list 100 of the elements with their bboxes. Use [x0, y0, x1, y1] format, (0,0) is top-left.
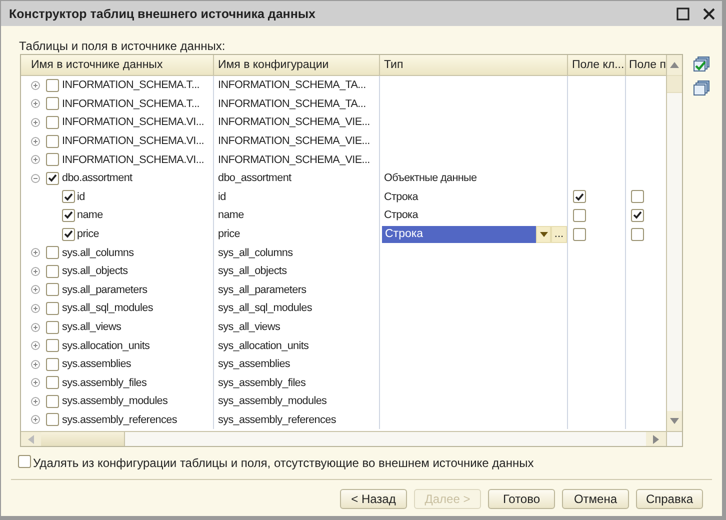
table-cell: INFORMATION_SCHEMA_TA...: [218, 79, 366, 92]
dialog-button[interactable]: < Назад: [340, 489, 407, 509]
checkbox[interactable]: [46, 134, 59, 148]
tree-item[interactable]: sys.assembly_modules: [62, 395, 168, 408]
vertical-scrollbar[interactable]: [666, 55, 682, 431]
expand-icon[interactable]: [31, 378, 40, 388]
choose-button[interactable]: ...: [551, 226, 567, 243]
checkbox[interactable]: [46, 116, 59, 129]
expand-icon[interactable]: [31, 118, 40, 127]
down-arrow-icon[interactable]: [670, 418, 679, 424]
tree-item[interactable]: sys.all_objects: [62, 265, 128, 278]
horizontal-scrollbar[interactable]: [21, 431, 682, 446]
tree-item[interactable]: INFORMATION_SCHEMA.VI...: [62, 154, 204, 166]
uncheck-all-icon[interactable]: [693, 80, 711, 98]
close-icon[interactable]: [702, 6, 716, 20]
tree-item[interactable]: sys.all_sql_modules: [62, 302, 153, 314]
checkbox[interactable]: [631, 190, 644, 204]
table-cell: Объектные данные: [384, 172, 477, 184]
column-header[interactable]: Поле п: [626, 55, 666, 75]
expand-icon[interactable]: [31, 415, 40, 424]
table-cell: id: [218, 190, 226, 203]
tree-item[interactable]: sys.allocation_units: [62, 340, 150, 352]
tree-item[interactable]: sys.assembly_references: [62, 414, 177, 426]
checkbox[interactable]: [18, 455, 31, 468]
checkbox[interactable]: [46, 78, 59, 92]
tree-item[interactable]: sys.all_parameters: [62, 284, 148, 296]
expand-icon[interactable]: [31, 285, 40, 294]
tree-item[interactable]: id: [77, 190, 85, 203]
expand-icon[interactable]: [31, 304, 40, 313]
checkbox[interactable]: [46, 172, 59, 185]
checkbox[interactable]: [46, 97, 59, 110]
dialog-button[interactable]: Готово: [488, 489, 555, 509]
table-cell: INFORMATION_SCHEMA_TA...: [218, 98, 366, 110]
checkbox[interactable]: [573, 208, 586, 222]
checkbox[interactable]: [46, 339, 59, 352]
dropdown-button[interactable]: [536, 226, 551, 243]
left-arrow-icon[interactable]: [28, 434, 34, 444]
checkbox[interactable]: [62, 190, 75, 204]
expand-icon[interactable]: [31, 322, 40, 332]
up-arrow-icon[interactable]: [670, 62, 679, 68]
tree-item[interactable]: INFORMATION_SCHEMA.T...: [62, 98, 200, 110]
tree-item[interactable]: dbo.assortment: [62, 172, 132, 184]
checkbox[interactable]: [46, 320, 59, 334]
expand-icon[interactable]: [31, 396, 40, 406]
maximize-icon[interactable]: [676, 6, 690, 20]
collapse-icon[interactable]: [31, 174, 40, 183]
checkbox[interactable]: [46, 153, 59, 166]
checkbox[interactable]: [573, 228, 586, 241]
expand-icon[interactable]: [31, 341, 40, 350]
check-all-icon[interactable]: [693, 56, 711, 74]
column-header[interactable]: Поле кл...: [568, 55, 626, 75]
expand-icon[interactable]: [31, 248, 40, 258]
tree-item[interactable]: sys.all_columns: [62, 246, 134, 259]
column-header[interactable]: Имя в конфигурации: [214, 55, 380, 75]
type-field[interactable]: Строка: [382, 226, 536, 243]
scroll-thumb[interactable]: [667, 75, 682, 93]
checkbox[interactable]: [46, 264, 59, 278]
table-cell: sys_allocation_units: [218, 340, 309, 352]
column-header[interactable]: Имя в источнике данных: [21, 55, 214, 75]
checkbox[interactable]: [46, 358, 59, 371]
checkbox[interactable]: [46, 394, 59, 408]
tree-item[interactable]: sys.all_views: [62, 321, 122, 334]
checkbox[interactable]: [573, 190, 586, 204]
checkbox[interactable]: [631, 208, 644, 222]
checkbox[interactable]: [631, 228, 644, 241]
table-cell: sys_assembly_files: [218, 376, 306, 389]
dialog-button[interactable]: Справка: [636, 489, 703, 509]
table-cell: dbo_assortment: [218, 172, 292, 184]
tree-item[interactable]: INFORMATION_SCHEMA.T...: [62, 79, 200, 92]
dialog-button[interactable]: Отмена: [562, 489, 629, 509]
checkbox[interactable]: [62, 228, 75, 241]
table-cell: price: [218, 228, 240, 240]
expand-icon[interactable]: [31, 99, 40, 108]
tree-item[interactable]: INFORMATION_SCHEMA.VI...: [62, 116, 204, 128]
tree-item[interactable]: price: [77, 228, 99, 240]
checkbox[interactable]: [46, 246, 59, 260]
table-cell: Строка: [384, 190, 418, 203]
tree-item[interactable]: name: [77, 209, 103, 222]
expand-icon[interactable]: [31, 136, 40, 146]
table-cell: sys_assembly_modules: [218, 395, 327, 408]
checkbox[interactable]: [46, 283, 59, 296]
table-cell: sys_all_columns: [218, 246, 293, 259]
checkbox[interactable]: [46, 376, 59, 390]
checkbox[interactable]: [46, 302, 59, 315]
table-cell: INFORMATION_SCHEMA_VIE...: [218, 154, 370, 166]
column-header[interactable]: Тип: [380, 55, 568, 75]
expand-icon[interactable]: [31, 266, 40, 276]
expand-icon[interactable]: [31, 155, 40, 164]
table-cell: sys_assembly_references: [218, 414, 336, 426]
tree-item[interactable]: sys.assemblies: [62, 358, 132, 370]
option-label: Удалять из конфигурации таблицы и поля, отсутствующие во внешнем источнике данных: [33, 456, 534, 470]
tree-item[interactable]: INFORMATION_SCHEMA.VI...: [62, 135, 204, 148]
checkbox[interactable]: [46, 413, 59, 426]
expand-icon[interactable]: [31, 80, 40, 90]
right-arrow-icon[interactable]: [653, 434, 659, 444]
tree-item[interactable]: sys.assembly_files: [62, 376, 147, 389]
checkbox[interactable]: [62, 208, 75, 222]
caret-icon: [540, 232, 548, 237]
expand-icon[interactable]: [31, 360, 40, 369]
scroll-thumb[interactable]: [41, 432, 125, 446]
